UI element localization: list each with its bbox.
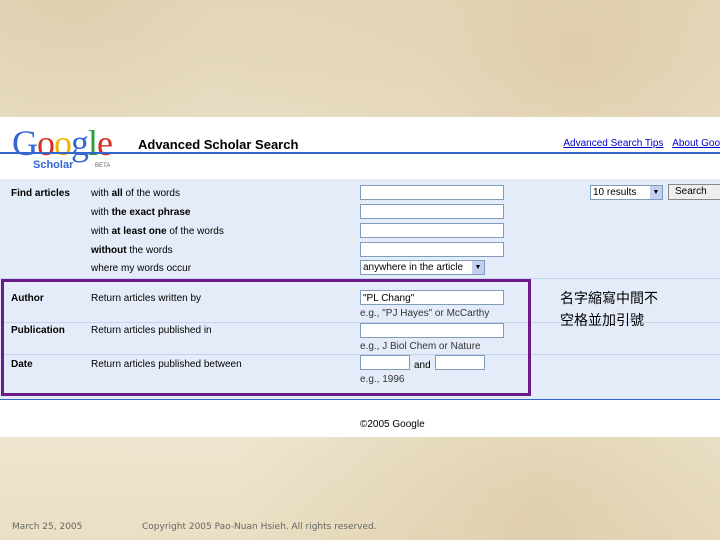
all-words-label: with all of the words <box>91 188 180 199</box>
at-least-one-label: with at least one of the words <box>91 226 224 237</box>
annotation-box <box>1 279 531 396</box>
header-divider <box>0 152 720 154</box>
logo-beta: BETA <box>95 163 111 169</box>
at-least-one-input[interactable] <box>360 223 504 238</box>
occur-label: where my words occur <box>91 263 192 274</box>
note-line: 空格並加引號 <box>560 313 644 329</box>
chevron-down-icon: ▼ <box>472 261 484 274</box>
google-scholar-logo[interactable]: Google Scholar BETA <box>12 125 130 173</box>
footer-copyright: Copyright 2005 Pao-Nuan Hsieh. All right… <box>142 522 377 532</box>
search-button[interactable]: Search <box>668 184 720 200</box>
find-articles-label: Find articles <box>11 188 70 199</box>
logo-scholar: Scholar <box>33 159 74 171</box>
note-line: 名字縮寫中間不 <box>560 291 658 307</box>
exact-phrase-label: with the exact phrase <box>91 207 191 218</box>
page-title: Advanced Scholar Search <box>138 137 299 152</box>
advanced-search-tips-link[interactable]: Advanced Search Tips <box>563 138 663 149</box>
without-words-input[interactable] <box>360 242 504 257</box>
footer-date: March 25, 2005 <box>12 522 83 532</box>
form-bottom-divider <box>0 399 720 400</box>
logo-text: Google <box>12 123 113 163</box>
results-select[interactable]: 10 results ▼ <box>590 185 663 200</box>
occur-select[interactable]: anywhere in the article ▼ <box>360 260 485 275</box>
google-copyright: ©2005 Google <box>360 419 425 430</box>
without-words-label: without the words <box>91 245 173 256</box>
chevron-down-icon: ▼ <box>650 186 662 199</box>
exact-phrase-input[interactable] <box>360 204 504 219</box>
all-words-input[interactable] <box>360 185 504 200</box>
top-links: Advanced Search Tips About Goo <box>557 138 720 149</box>
annotation-note: 名字縮寫中間不 空格並加引號 <box>560 288 710 332</box>
about-google-link[interactable]: About Goo <box>672 138 720 149</box>
